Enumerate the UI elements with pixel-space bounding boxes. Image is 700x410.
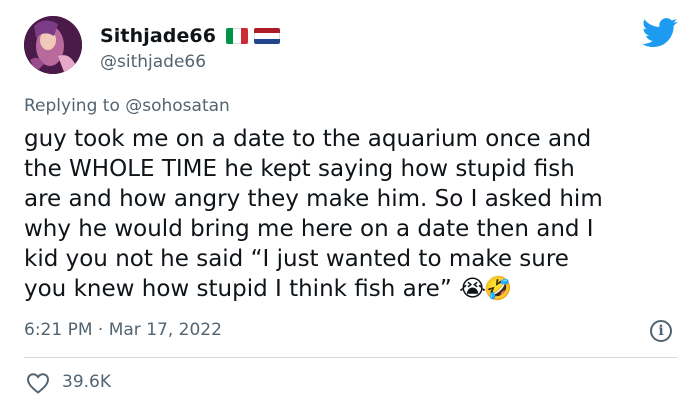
netherlands-flag-icon <box>254 28 281 44</box>
avatar[interactable] <box>24 16 82 74</box>
heart-icon[interactable] <box>26 372 50 394</box>
twitter-bird-icon[interactable] <box>642 18 678 48</box>
tweet-emojis: 😭🤣 <box>459 276 512 302</box>
author-name-row: Sithjade66 <box>100 23 281 49</box>
flag-emojis <box>226 28 281 44</box>
tweet-card: Sithjade66 @sithjade66 Replying to @soho… <box>0 0 700 410</box>
display-name[interactable]: Sithjade66 <box>100 25 216 47</box>
reply-mention-link[interactable]: @sohosatan <box>125 96 230 116</box>
avatar-image <box>24 16 82 74</box>
tweet-body: guy took me on a date to the aquarium on… <box>24 126 603 302</box>
divider <box>24 357 677 358</box>
info-icon[interactable]: i <box>650 320 672 342</box>
italy-flag-icon <box>226 28 249 44</box>
tweet-timestamp[interactable]: 6:21 PM · Mar 17, 2022 <box>24 320 222 340</box>
replying-prefix: Replying to <box>24 96 126 116</box>
user-handle[interactable]: @sithjade66 <box>100 52 206 72</box>
tweet-text: guy took me on a date to the aquarium on… <box>24 124 684 304</box>
replying-to: Replying to @sohosatan <box>24 96 230 116</box>
like-count: 39.6K <box>62 372 111 392</box>
